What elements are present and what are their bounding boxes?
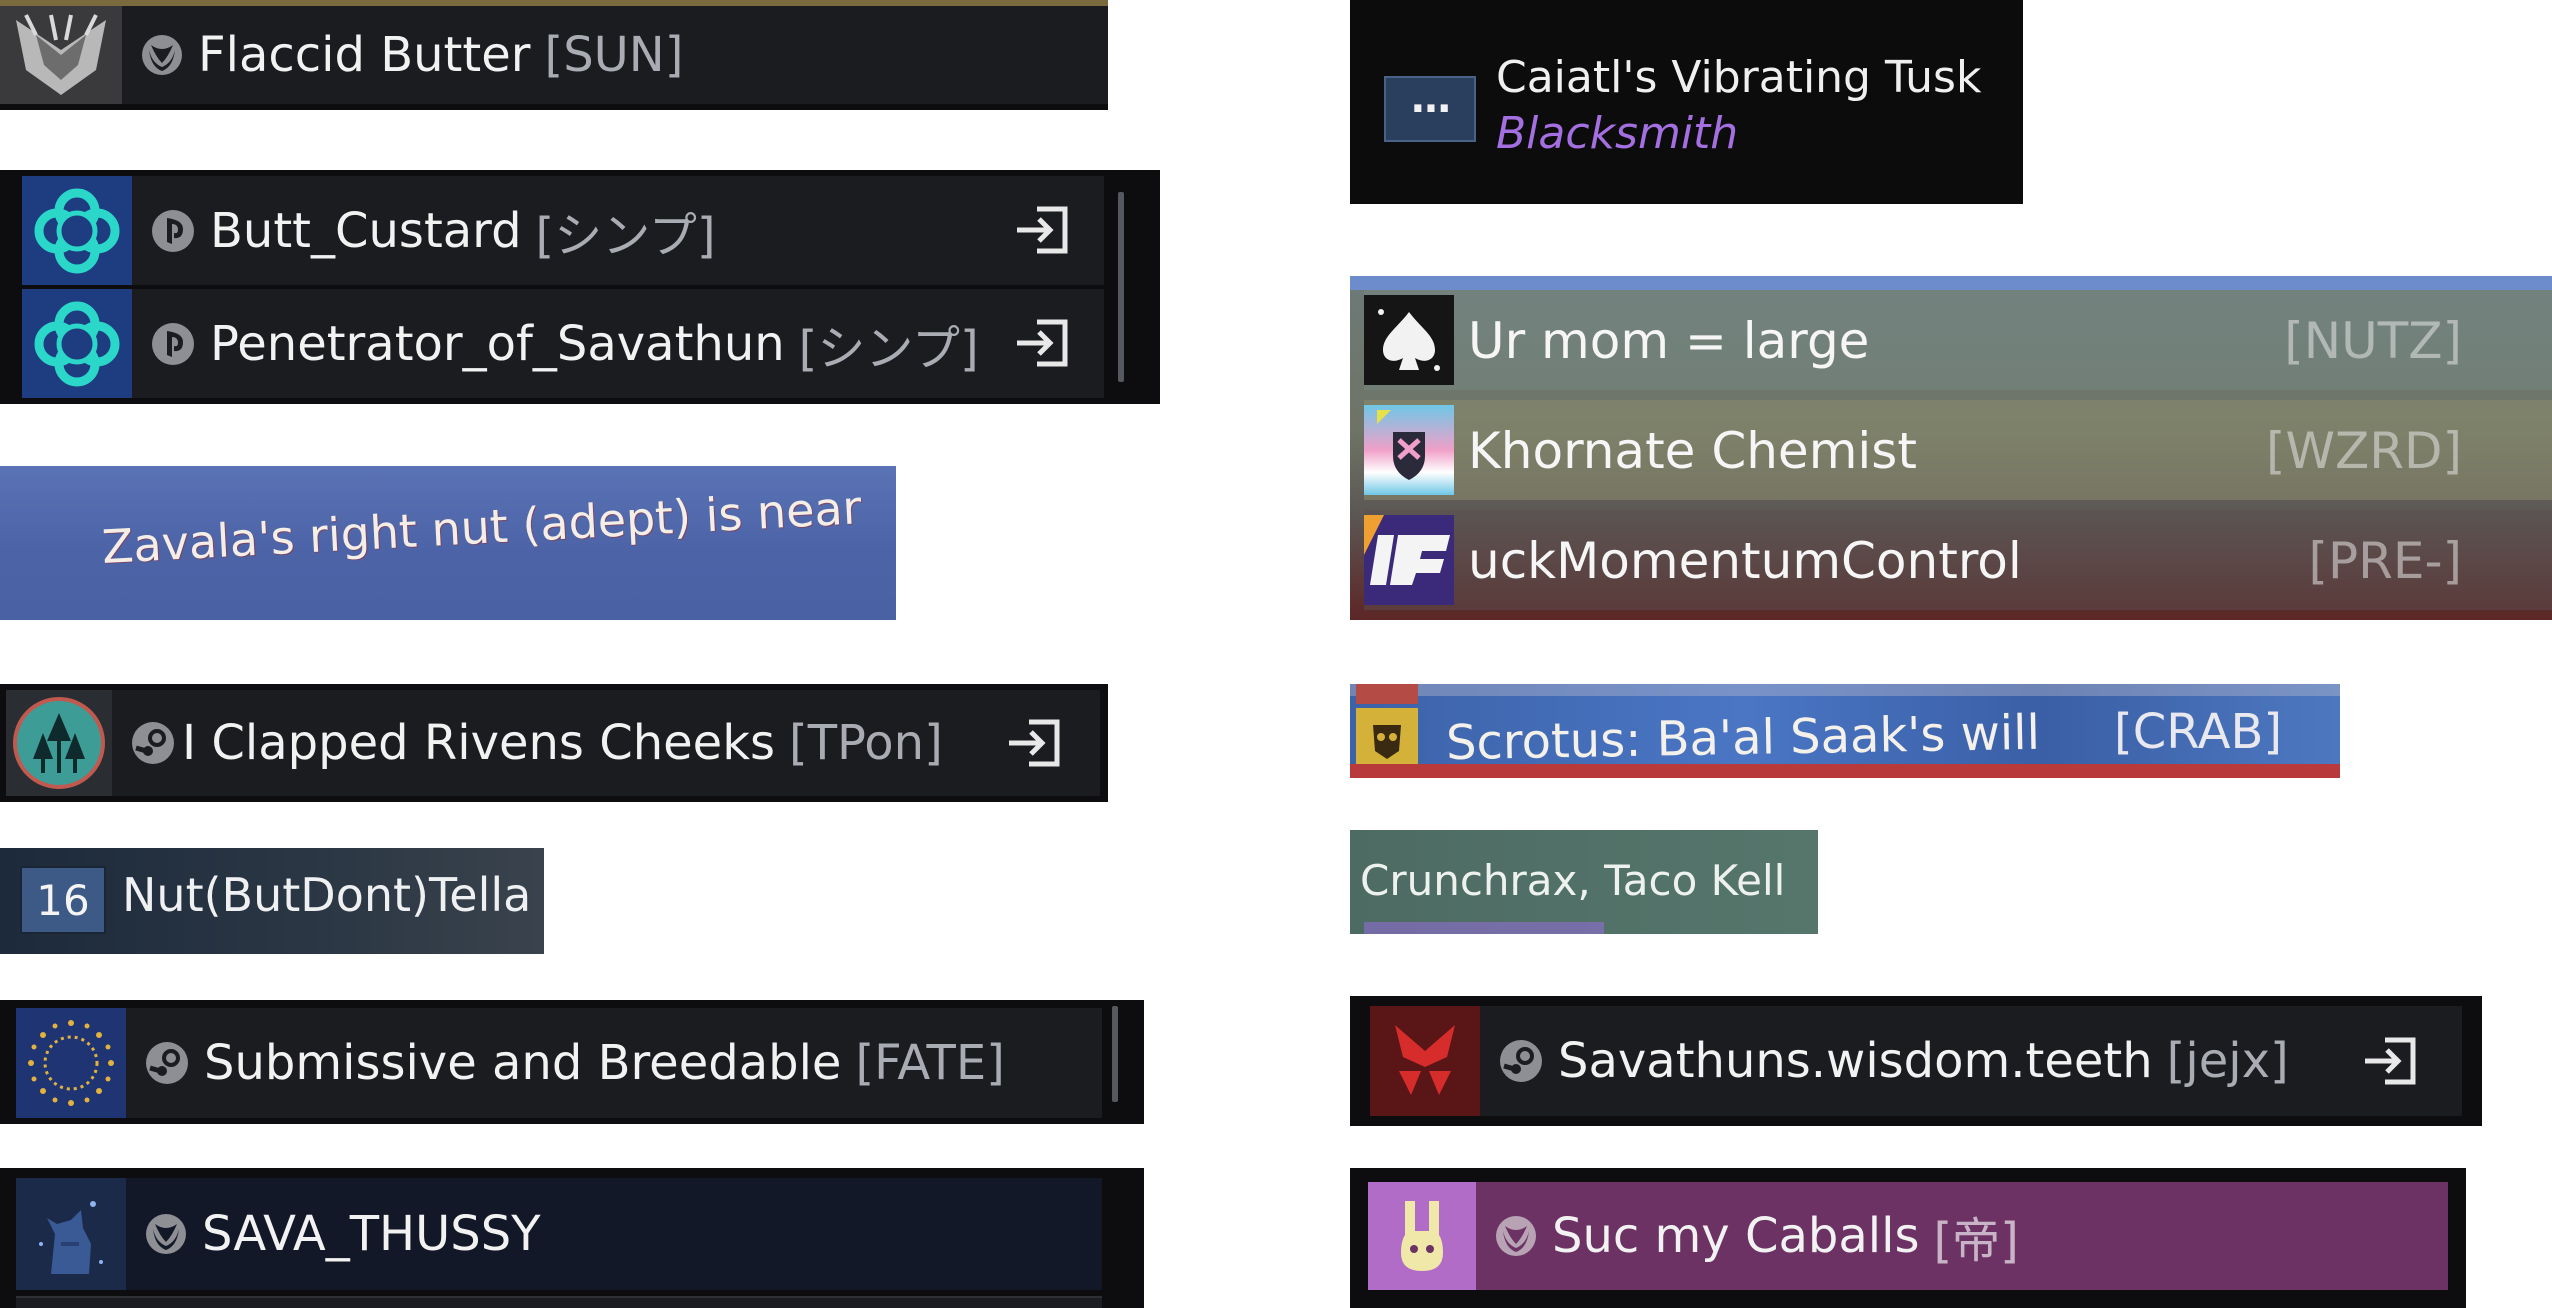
player-row[interactable]: Submissive and Breedable [FATE] [16, 1008, 1102, 1118]
player-name: Penetrator_of_Savathun [210, 315, 785, 372]
player-name: Savathuns.wisdom.teeth [1558, 1033, 2153, 1089]
clan-tag: [SUN] [544, 27, 684, 83]
weapon-name: Caiatl's Vibrating Tusk [1496, 52, 1982, 103]
player-row-butt-custard[interactable]: Butt_Custard [シンプ] [22, 176, 1104, 285]
fireteam-row-nutz[interactable]: Ur mom = large [NUTZ] [1364, 290, 2552, 390]
xbox-icon [1494, 1214, 1538, 1258]
playstation-icon [150, 208, 196, 254]
row-divider [16, 1296, 1102, 1308]
player-name: Khornate Chemist [1468, 422, 1917, 480]
join-game-icon[interactable] [1012, 204, 1072, 256]
player-row[interactable]: SAVA_THUSSY [16, 1178, 1102, 1290]
fireteam-row-pre[interactable]: uckMomentumControl [PRE-] [1364, 510, 2552, 610]
player-card-sava-thussy: SAVA_THUSSY [0, 1168, 1144, 1308]
player-name: Butt_Custard [210, 202, 522, 259]
fireteam-top-bar [1350, 276, 2552, 290]
join-game-icon[interactable] [2360, 1035, 2420, 1087]
player-card-jejx: Savathuns.wisdom.teeth [jejx] [1350, 996, 2482, 1126]
steam-icon [144, 1040, 190, 1086]
clan-tag: [CRAB] [2114, 704, 2283, 760]
clan-tag: [NUTZ] [2284, 312, 2462, 370]
purple-subtitle-fragment [1364, 922, 1604, 934]
player-name: Nut(ButDont)Tella [122, 868, 532, 922]
player-name: Flaccid Butter [198, 27, 531, 83]
clan-tag: [シンプ] [798, 320, 979, 377]
scrollbar[interactable] [1118, 192, 1124, 382]
player-name: Scrotus: Ba'al Saak's will [1445, 704, 2041, 772]
clan-tag: [jejx] [2166, 1033, 2289, 1089]
player-name: Ur mom = large [1468, 312, 1870, 370]
xbox-icon [144, 1212, 188, 1256]
flower-emblem-icon [22, 289, 132, 398]
clan-tag: [シンプ] [535, 207, 716, 264]
banner-text: Zavala's right nut (adept) is near [100, 480, 863, 574]
speed-emblem-icon [1364, 515, 1454, 605]
playstation-icon [150, 321, 196, 367]
clan-member-strip[interactable]: Scrotus: Ba'al Saak's will [CRAB] [1350, 684, 2340, 778]
player-name: SAVA_THUSSY [202, 1206, 541, 1262]
player-group-symp: Butt_Custard [シンプ] Penetrator_of_Savathu… [0, 170, 1160, 404]
join-game-icon[interactable] [1012, 317, 1072, 369]
emblem-icon [0, 6, 122, 104]
more-options-button[interactable]: ··· [1384, 76, 1476, 142]
player-name: uckMomentumControl [1468, 532, 2022, 590]
join-game-icon[interactable] [1004, 717, 1064, 769]
location-text: Crunchrax, Taco Kell [1360, 856, 1786, 905]
location-label: Crunchrax, Taco Kell [1350, 830, 1818, 934]
player-name: Suc my Caballs [1552, 1208, 1920, 1264]
player-name: I Clapped Rivens Cheeks [182, 715, 775, 771]
steam-icon [130, 720, 176, 766]
spade-emblem-icon [1364, 295, 1454, 385]
sun-emblem-icon [16, 1008, 126, 1118]
xbox-icon [140, 33, 184, 77]
cat-emblem-icon [16, 1178, 126, 1290]
player-card-level[interactable]: 16 Nut(ButDont)Tella [0, 848, 544, 954]
level-badge: 16 [20, 866, 106, 934]
tree-emblem-icon [6, 690, 112, 796]
player-card-flaccid-butter[interactable]: Flaccid Butter [SUN] [0, 0, 1108, 110]
mask-emblem-icon [1356, 708, 1418, 770]
player-card-fate: Submissive and Breedable [FATE] [0, 1000, 1144, 1124]
clan-tag: [帝] [1933, 1213, 2019, 1269]
wizard-emblem-icon [1364, 405, 1454, 495]
strip-top-fragment [1350, 684, 2340, 696]
player-row[interactable]: I Clapped Rivens Cheeks [TPon] [6, 690, 1100, 796]
player-row[interactable]: Flaccid Butter [SUN] [0, 6, 1108, 104]
clan-tag: [PRE-] [2308, 532, 2462, 590]
player-row[interactable]: Suc my Caballs [帝] [1368, 1182, 2448, 1290]
player-name: Submissive and Breedable [204, 1035, 842, 1091]
clan-tag: [WZRD] [2266, 422, 2462, 480]
player-card-teikoku: Suc my Caballs [帝] [1350, 1168, 2466, 1308]
more-options-label: ··· [1410, 86, 1452, 132]
steam-icon [1498, 1038, 1544, 1084]
level-number: 16 [36, 875, 90, 925]
crest-emblem-icon [1370, 1006, 1480, 1116]
weapon-card[interactable]: ··· Caiatl's Vibrating Tusk Blacksmith [1350, 0, 2023, 204]
scrollbar[interactable] [1112, 1006, 1118, 1102]
clan-tag: [FATE] [855, 1035, 1005, 1091]
player-card-tpon: I Clapped Rivens Cheeks [TPon] [0, 684, 1108, 802]
clan-tag: [TPon] [789, 715, 943, 771]
flower-emblem-icon [22, 176, 132, 285]
weapon-subtitle: Blacksmith [1496, 108, 1739, 159]
fireteam-row-wzrd[interactable]: Khornate Chemist [WZRD] [1364, 400, 2552, 500]
fireteam-list: Ur mom = large [NUTZ] Khornate Chemist [… [1350, 276, 2552, 620]
player-row-penetrator[interactable]: Penetrator_of_Savathun [シンプ] [22, 289, 1104, 398]
player-row[interactable]: Savathuns.wisdom.teeth [jejx] [1370, 1006, 2462, 1116]
red-edge-icon [1356, 684, 1418, 704]
notification-banner: Zavala's right nut (adept) is near [0, 466, 896, 620]
rabbit-emblem-icon [1368, 1182, 1476, 1290]
strip-bottom-fragment [1350, 764, 2340, 778]
